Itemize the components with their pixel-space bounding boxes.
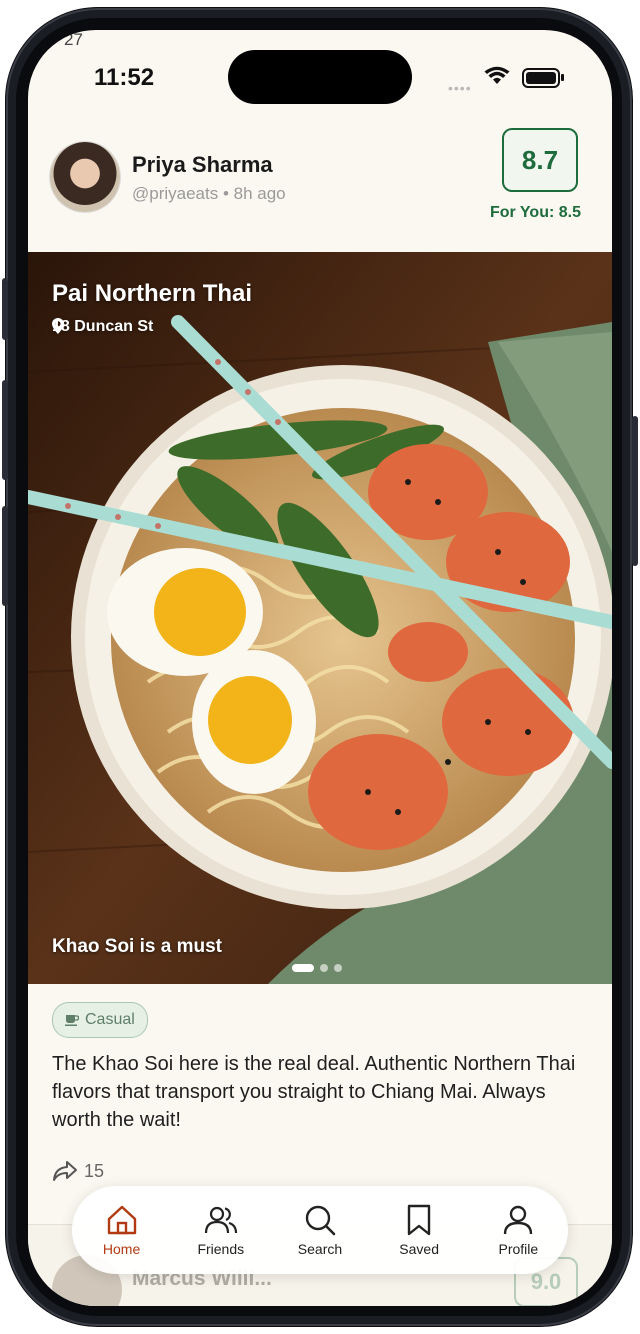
profile-icon — [504, 1205, 533, 1235]
for-you-score: For You: 8.5 — [490, 204, 581, 221]
review-text: The Khao Soi here is the real deal. Auth… — [52, 1053, 576, 1131]
wifi-icon — [484, 66, 510, 84]
volume-up-button — [2, 380, 8, 480]
share-arrow-icon — [53, 1161, 77, 1181]
vibe-tag-label: Casual — [85, 1011, 135, 1028]
signal-icon: •••• — [448, 80, 472, 96]
restaurant-address[interactable]: 18 Duncan St — [52, 318, 153, 336]
post-header: Priya Sharma @priyaeats • 8h ago 8.7 For… — [28, 114, 612, 252]
dynamic-island — [228, 50, 412, 104]
photo-caption: Khao Soi is a must — [52, 936, 222, 957]
carousel-indicator[interactable] — [292, 964, 342, 972]
volume-down-button — [2, 506, 8, 606]
nav-saved[interactable]: Saved — [374, 1203, 464, 1257]
power-button — [632, 416, 638, 566]
post-photo[interactable]: Pai Northern Thai 18 Duncan St Khao Soi … — [28, 252, 612, 984]
restaurant-name[interactable]: Pai Northern Thai — [52, 280, 252, 308]
friends-icon — [204, 1206, 237, 1234]
bookmark-icon — [407, 1204, 431, 1236]
status-bar: 27 11:52 •••• — [28, 30, 612, 104]
mute-switch — [2, 278, 8, 340]
coffee-cup-icon — [65, 1015, 79, 1026]
nav-home[interactable]: Home — [77, 1203, 167, 1257]
address-text: 18 Duncan St — [52, 318, 154, 335]
bottom-navigation: Home Friends Search Saved Profile — [72, 1186, 568, 1274]
nav-friends-label: Friends — [197, 1241, 245, 1257]
home-icon — [107, 1205, 136, 1235]
share-count: 15 — [84, 1160, 105, 1181]
rating-badge: 8.7 — [502, 128, 578, 192]
nav-friends[interactable]: Friends — [176, 1203, 266, 1257]
location-pin-icon — [52, 318, 64, 334]
status-time: 11:52 — [94, 64, 155, 91]
carousel-dot-1[interactable] — [292, 964, 314, 972]
nav-profile[interactable]: Profile — [473, 1203, 563, 1257]
nav-saved-label: Saved — [399, 1241, 439, 1257]
author-avatar[interactable] — [50, 142, 120, 212]
vibe-tag[interactable]: Casual — [52, 1002, 148, 1038]
carousel-dot-2[interactable] — [320, 964, 328, 972]
author-meta: @priyaeats • 8h ago — [132, 184, 286, 203]
search-icon — [305, 1205, 336, 1236]
khao-soi-photo — [28, 252, 612, 984]
nav-search-label: Search — [297, 1241, 343, 1257]
author-name[interactable]: Priya Sharma — [132, 152, 273, 178]
previous-scroll-text: 27 — [64, 30, 83, 49]
share-button[interactable]: 15 — [52, 1160, 104, 1182]
nav-search[interactable]: Search — [275, 1203, 365, 1257]
carousel-dot-3[interactable] — [334, 964, 342, 972]
nav-profile-label: Profile — [498, 1241, 539, 1257]
nav-home-label: Home — [102, 1241, 141, 1257]
battery-icon — [522, 68, 564, 88]
app-screen: 27 11:52 •••• Priya Sharma @priyaeats • … — [28, 30, 612, 1306]
